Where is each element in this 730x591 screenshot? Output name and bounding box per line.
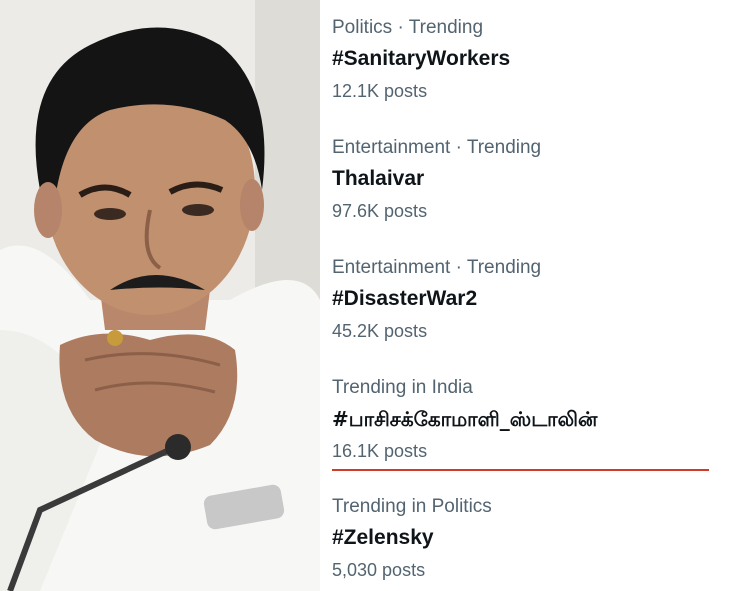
trend-item-tamil-hashtag[interactable]: Trending in India #பாசிசக்கோமாளி_ஸ்டாலின… (332, 376, 712, 463)
trend-category: Trending in India (332, 377, 473, 398)
trend-post-count: 97.6K posts (332, 201, 428, 221)
trend-hashtag[interactable]: #SanitaryWorkers (332, 45, 712, 73)
trend-post-count: 5,030 posts (332, 560, 426, 580)
trend-post-count: 45.2K posts (332, 321, 428, 341)
trend-post-count: 12.1K posts (332, 81, 428, 101)
trend-category: Entertainment · Trending (332, 137, 542, 158)
trend-item-thalaivar[interactable]: Entertainment · Trending Thalaivar 97.6K… (332, 136, 712, 223)
news-photo (0, 0, 320, 591)
trend-item-sanitary-workers[interactable]: Politics · Trending #SanitaryWorkers 12.… (332, 16, 712, 103)
portrait-illustration (0, 0, 320, 591)
trend-category: Entertainment · Trending (332, 257, 542, 278)
trend-hashtag[interactable]: #பாசிசக்கோமாளி_ஸ்டாலின் (332, 405, 712, 433)
trend-category: Politics · Trending (332, 17, 484, 38)
highlight-underline (332, 469, 709, 471)
trending-list: Politics · Trending #SanitaryWorkers 12.… (332, 0, 730, 591)
trend-post-count: 16.1K posts (332, 441, 428, 461)
trend-category: Trending in Politics (332, 496, 492, 517)
trend-item-disasterwar2[interactable]: Entertainment · Trending #DisasterWar2 4… (332, 256, 712, 343)
trend-hashtag[interactable]: #Zelensky (332, 524, 712, 552)
trend-item-zelensky[interactable]: Trending in Politics #Zelensky 5,030 pos… (332, 495, 712, 582)
trend-hashtag[interactable]: Thalaivar (332, 165, 712, 193)
trend-hashtag[interactable]: #DisasterWar2 (332, 285, 712, 313)
